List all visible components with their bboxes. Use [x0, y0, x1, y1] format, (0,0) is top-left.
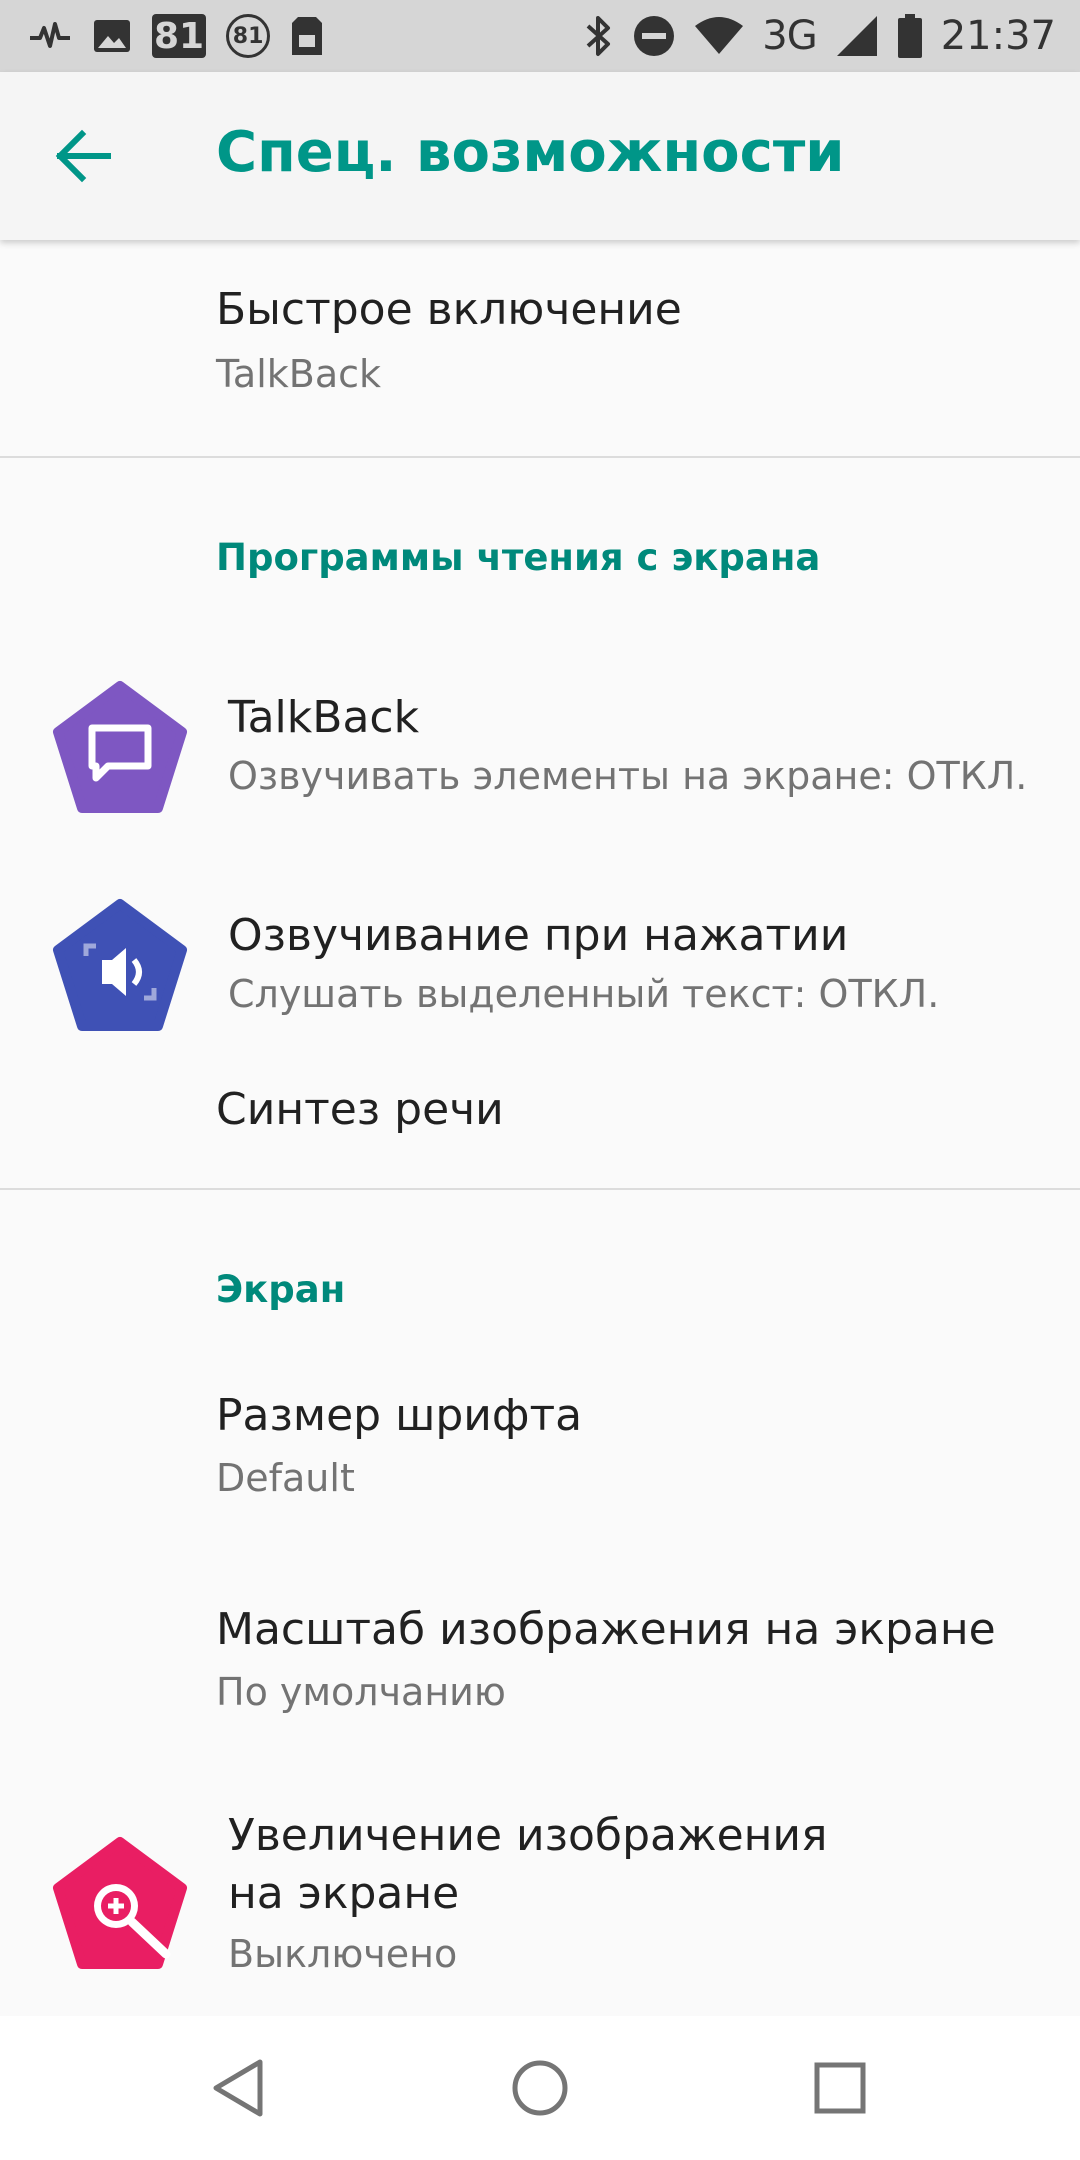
- status-bar-system: 3G 21:37: [584, 10, 1056, 62]
- battery-icon: [897, 14, 922, 58]
- sim-card-icon: [292, 17, 323, 55]
- section-header-screen: Экран: [216, 1268, 346, 1311]
- item-title-line1: Увеличение изображения: [228, 1810, 828, 1861]
- item-subtitle: Выключено: [228, 1932, 458, 1976]
- cell-signal-icon: [836, 16, 877, 56]
- back-triangle-icon: [213, 2059, 263, 2117]
- back-button[interactable]: [44, 116, 124, 196]
- item-subtitle: Слушать выделенный текст: ОТКЛ.: [228, 972, 940, 1016]
- list-item-font-size[interactable]: Размер шрифта Default: [0, 1370, 1080, 1580]
- navigation-bar: [0, 2016, 1080, 2160]
- home-circle-icon: [512, 2060, 568, 2116]
- page-title: Спец. возможности: [216, 120, 845, 185]
- divider: [0, 1188, 1080, 1190]
- item-title: Озвучивание при нажатии: [228, 910, 849, 961]
- list-item-select-to-speak[interactable]: Озвучивание при нажатии Слушать выделенн…: [0, 860, 1080, 1070]
- item-title: Синтез речи: [216, 1084, 504, 1135]
- list-item-magnification[interactable]: Увеличение изображения на экране Выключе…: [0, 1792, 1080, 2016]
- status-bar: 81 81 3G 21:37: [0, 0, 1080, 72]
- item-subtitle: Default: [216, 1456, 355, 1500]
- battery-circle-icon: 81: [226, 14, 271, 58]
- recents-square-icon: [814, 2062, 866, 2114]
- item-title: TalkBack: [228, 692, 420, 743]
- clock: 21:37: [940, 13, 1056, 59]
- magnification-icon: [53, 1837, 187, 1969]
- item-title: Масштаб изображения на экране: [216, 1604, 996, 1655]
- nav-recents-button[interactable]: [800, 2048, 880, 2128]
- wifi-icon: [695, 17, 744, 54]
- arrow-back-icon: [55, 129, 111, 183]
- battery-level-icon: 81: [152, 14, 207, 58]
- do-not-disturb-icon: [634, 16, 675, 56]
- bluetooth-icon: [586, 16, 611, 56]
- item-title: Быстрое включение: [216, 284, 682, 335]
- pulse-icon: [30, 22, 70, 48]
- item-subtitle: TalkBack: [216, 352, 382, 396]
- list-item-display-size[interactable]: Масштаб изображения на экране По умолчан…: [0, 1580, 1080, 1792]
- item-title: Размер шрифта: [216, 1390, 583, 1441]
- talkback-icon: [53, 681, 187, 813]
- nav-home-button[interactable]: [500, 2048, 580, 2128]
- network-type-label: 3G: [762, 13, 817, 59]
- divider: [0, 456, 1080, 458]
- item-title-line2: на экране: [228, 1868, 460, 1919]
- section-header-screen-readers: Программы чтения с экрана: [216, 536, 821, 579]
- list-item-tts[interactable]: Синтез речи: [0, 1070, 1080, 1188]
- item-subtitle: Озвучивать элементы на экране: ОТКЛ.: [228, 754, 1028, 798]
- list-item-quick-enable[interactable]: Быстрое включение TalkBack: [0, 240, 1080, 456]
- status-bar-notifications: 81 81: [28, 10, 324, 62]
- select-to-speak-icon: [53, 899, 187, 1031]
- app-bar: Спец. возможности: [0, 72, 1080, 240]
- list-item-talkback[interactable]: TalkBack Озвучивать элементы на экране: …: [0, 640, 1080, 850]
- item-subtitle: По умолчанию: [216, 1670, 506, 1714]
- image-icon: [94, 20, 130, 52]
- nav-back-button[interactable]: [200, 2048, 280, 2128]
